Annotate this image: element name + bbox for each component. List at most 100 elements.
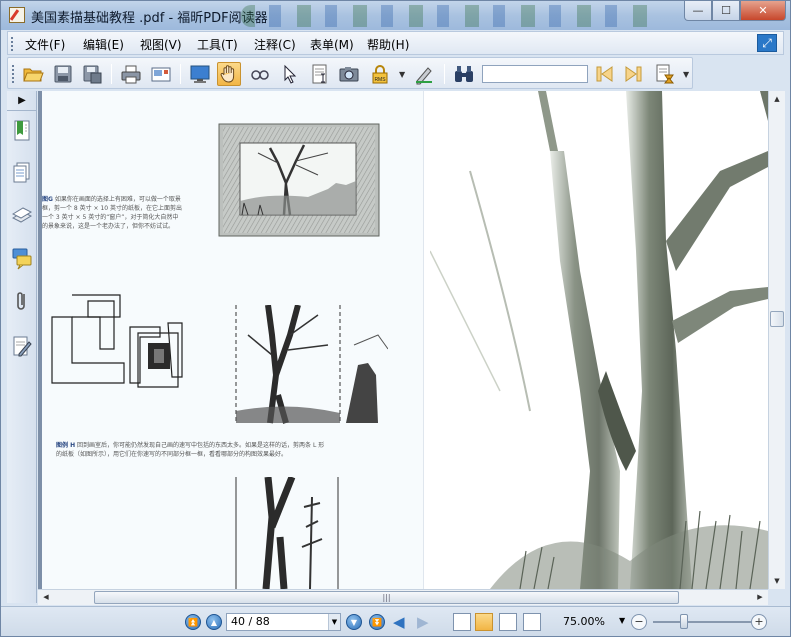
- continuous-facing-view-icon[interactable]: [523, 613, 541, 631]
- save-as-icon[interactable]: [80, 62, 104, 86]
- title-bar-background-decoration: [241, 5, 661, 27]
- signatures-icon[interactable]: [11, 334, 33, 358]
- vertical-scroll-thumb[interactable]: [770, 311, 784, 327]
- caption-h-label: 图例 H: [56, 442, 76, 449]
- continuous-view-icon[interactable]: [475, 613, 493, 631]
- hand-tool-icon[interactable]: [217, 62, 241, 86]
- pages-thumbnail-icon[interactable]: [11, 161, 33, 185]
- find-binoculars-icon[interactable]: [452, 62, 476, 86]
- zoom-in-icon[interactable]: +: [751, 614, 767, 630]
- close-button[interactable]: ✕: [740, 1, 786, 21]
- text-select-icon[interactable]: [308, 62, 332, 86]
- scrollbar-corner: [768, 589, 785, 605]
- large-tree-drawing: [430, 91, 768, 589]
- caption-g-label: 图G: [42, 196, 53, 203]
- document-viewport[interactable]: 图G 如果你在画面的选择上有困难，可以做一个取景 框，剪一个 8 英寸 × 10…: [38, 91, 768, 589]
- email-icon[interactable]: [149, 62, 173, 86]
- caption-figure-g: 图G 如果你在画面的选择上有困难，可以做一个取景 框，剪一个 8 英寸 × 10…: [42, 195, 182, 231]
- rms-lock-icon[interactable]: RMS: [368, 62, 392, 86]
- total-pages: 88: [255, 615, 270, 628]
- print-icon[interactable]: [119, 62, 143, 86]
- toolbar-separator: [111, 64, 112, 84]
- search-options-dropdown-icon[interactable]: ▼: [683, 70, 689, 79]
- rms-dropdown-arrow-icon[interactable]: ▼: [399, 70, 405, 79]
- go-back-arrow-icon[interactable]: ◀: [393, 615, 405, 630]
- menu-view[interactable]: 视图(V): [140, 36, 182, 53]
- scroll-up-arrow-icon[interactable]: ▲: [769, 91, 785, 107]
- pdf-page-right: [430, 91, 768, 589]
- next-page-icon[interactable]: ▼: [346, 614, 362, 630]
- caption-g-line-1: 如果你在画面的选择上有困难，可以做一个取景: [54, 196, 181, 203]
- fullscreen-icon[interactable]: ⤢: [757, 34, 777, 52]
- search-input[interactable]: [482, 65, 588, 83]
- search-options-icon[interactable]: [653, 62, 677, 86]
- pointer-icon[interactable]: [278, 62, 302, 86]
- menu-forms[interactable]: 表单(M): [310, 36, 354, 53]
- open-folder-icon[interactable]: [21, 62, 45, 86]
- tree-sketch-lower: [235, 477, 339, 589]
- select-text-tool-icon[interactable]: [248, 62, 272, 86]
- horizontal-scroll-thumb[interactable]: |||: [94, 591, 679, 604]
- layers-icon[interactable]: [11, 204, 33, 228]
- menu-tools[interactable]: 工具(T): [197, 36, 238, 53]
- menu-edit[interactable]: 编辑(E): [83, 36, 124, 53]
- caption-g-line-2: 框，剪一个 8 英寸 × 10 英寸的纸板，在它上面剪出: [42, 205, 183, 212]
- snapshot-camera-icon[interactable]: [337, 62, 361, 86]
- menu-grip[interactable]: [11, 37, 13, 51]
- go-forward-arrow-icon[interactable]: ▶: [417, 615, 429, 630]
- horizontal-scrollbar[interactable]: ◀ ||| ▶: [38, 589, 768, 605]
- pdf-page-left: 图G 如果你在画面的选择上有困难，可以做一个取景 框，剪一个 8 英寸 × 10…: [42, 91, 423, 589]
- scroll-right-arrow-icon[interactable]: ▶: [752, 590, 768, 605]
- caption-figure-h: 图例 H 回到画室后，你可能仍然发现自己画的速写中包括的东西太多。如果是这样的话…: [56, 441, 324, 459]
- page-separator: /: [248, 615, 253, 628]
- scroll-left-arrow-icon[interactable]: ◀: [38, 590, 54, 605]
- facing-view-icon[interactable]: [499, 613, 517, 631]
- toolbar-separator: [180, 64, 181, 84]
- window-title: 美国素描基础教程 .pdf - 福昕PDF阅读器: [31, 11, 268, 26]
- caption-h-line-1: 回到画室后，你可能仍然发现自己画的速写中包括的东西太多。如果是这样的话，剪两条 …: [77, 442, 325, 449]
- find-next-icon[interactable]: [621, 62, 645, 86]
- menu-bar: 文件(F) 编辑(E) 视图(V) 工具(T) 注释(C) 表单(M) 帮助(H…: [7, 31, 784, 55]
- scroll-down-arrow-icon[interactable]: ▼: [769, 573, 785, 589]
- zoom-dropdown-arrow-icon[interactable]: ▼: [619, 616, 625, 625]
- sign-pen-icon[interactable]: [412, 62, 436, 86]
- menu-comments[interactable]: 注释(C): [254, 36, 296, 53]
- rms-label: RMS: [374, 77, 386, 83]
- zoom-slider-track[interactable]: [653, 621, 751, 623]
- menu-file[interactable]: 文件(F): [25, 36, 65, 53]
- previous-page-icon[interactable]: ▲: [206, 614, 222, 630]
- current-page: 40: [231, 615, 245, 628]
- navigation-panel: ▶: [7, 91, 37, 603]
- vertical-scrollbar[interactable]: ▲ ▼: [768, 91, 785, 589]
- comments-icon[interactable]: [11, 246, 33, 270]
- title-bar: 美国素描基础教程 .pdf - 福昕PDF阅读器 — ☐ ✕: [1, 1, 790, 30]
- fullscreen-monitor-icon[interactable]: [188, 62, 212, 86]
- page-number-field[interactable]: 40 / 88 ▼: [226, 613, 341, 631]
- find-previous-icon[interactable]: [593, 62, 617, 86]
- caption-g-line-3: 一个 3 英寸 × 5 英寸的“窗户”，对于简化大自然中: [42, 214, 179, 221]
- panel-expand-arrow-icon[interactable]: ▶: [7, 91, 37, 111]
- maximize-button[interactable]: ☐: [712, 1, 740, 21]
- bookmarks-icon[interactable]: [11, 119, 33, 143]
- main-toolbar: RMS ▼ ▼: [7, 57, 693, 89]
- save-icon[interactable]: [51, 62, 75, 86]
- zoom-level[interactable]: 75.00%: [563, 615, 605, 628]
- foxit-app-icon: [9, 7, 25, 23]
- toolbar-separator: [444, 64, 445, 84]
- status-bar: ⏫ ▲ 40 / 88 ▼ ▼ ⏬ ◀ ▶ 75.00% ▼ − +: [1, 606, 790, 636]
- page-dropdown-arrow-icon[interactable]: ▼: [328, 614, 340, 630]
- first-page-icon[interactable]: ⏫: [185, 614, 201, 630]
- framed-tree-sketch: [218, 123, 380, 237]
- last-page-icon[interactable]: ⏬: [369, 614, 385, 630]
- attachments-paperclip-icon[interactable]: [11, 289, 33, 313]
- l-frame-cards-sketch: [51, 294, 183, 388]
- zoom-out-icon[interactable]: −: [631, 614, 647, 630]
- caption-h-line-2: 的纸板（如图所示），用它们在你速写的不同部分框一框，看看哪部分的构图效果最好。: [56, 451, 288, 458]
- minimize-button[interactable]: —: [684, 1, 712, 21]
- zoom-slider-thumb[interactable]: [680, 614, 688, 629]
- single-page-view-icon[interactable]: [453, 613, 471, 631]
- app-window: 美国素描基础教程 .pdf - 福昕PDF阅读器 — ☐ ✕ 文件(F) 编辑(…: [0, 0, 791, 637]
- menu-help[interactable]: 帮助(H): [367, 36, 409, 53]
- caption-g-line-4: 的景象来说，这是一个老办法了，但你不妨试试。: [42, 223, 175, 230]
- toolbar-grip[interactable]: [12, 65, 14, 83]
